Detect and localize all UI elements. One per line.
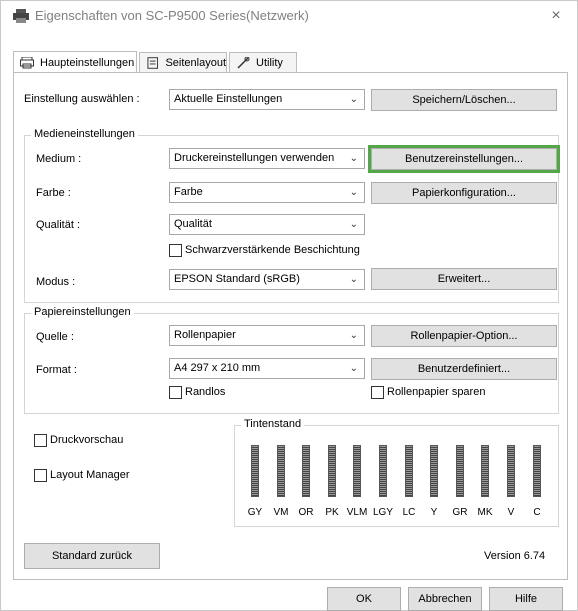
tab-label: Haupteinstellungen xyxy=(40,56,135,69)
quality-dropdown[interactable]: Qualität ⌄ xyxy=(169,214,365,235)
paper-group-title: Papiereinstellungen xyxy=(31,306,134,318)
format-dropdown[interactable]: A4 297 x 210 mm ⌄ xyxy=(169,358,365,379)
chevron-down-icon: ⌄ xyxy=(349,274,358,285)
cancel-button[interactable]: Abbrechen xyxy=(408,587,482,611)
printer-icon xyxy=(13,9,29,23)
chevron-down-icon: ⌄ xyxy=(349,219,358,230)
ink-bar xyxy=(456,445,464,497)
tab-label: Seitenlayout xyxy=(165,57,226,69)
quality-value: Qualität xyxy=(174,218,212,230)
title-bar: Eigenschaften von SC-P9500 Series(Netzwe… xyxy=(1,1,577,31)
ink-label: LC xyxy=(402,507,416,518)
ink-bar xyxy=(533,445,541,497)
quality-label: Qualität : xyxy=(36,219,81,231)
ink-group-title: Tintenstand xyxy=(241,418,305,430)
chevron-down-icon: ⌄ xyxy=(349,187,358,198)
medium-label: Medium : xyxy=(36,153,82,165)
source-value: Rollenpapier xyxy=(174,329,236,341)
source-label: Quelle : xyxy=(36,331,74,343)
ink-bar xyxy=(302,445,310,497)
ink-label: GR xyxy=(452,507,468,518)
ink-label: LGY xyxy=(372,507,393,518)
settings-select-dropdown[interactable]: Aktuelle Einstellungen ⌄ xyxy=(169,89,365,110)
ink-bar xyxy=(507,445,515,497)
ink-label: V xyxy=(507,507,515,518)
tab-label: Utility xyxy=(256,57,283,69)
black-enhance-checkbox[interactable] xyxy=(169,244,182,257)
settings-select-label: Einstellung auswählen : xyxy=(24,93,140,105)
borderless-checkbox[interactable] xyxy=(169,386,182,399)
chevron-down-icon: ⌄ xyxy=(349,94,358,105)
ink-label: OR xyxy=(298,507,314,518)
ink-bar xyxy=(481,445,489,497)
window-title: Eigenschaften von SC-P9500 Series(Netzwe… xyxy=(35,8,309,23)
layout-manager-checkbox[interactable] xyxy=(34,469,47,482)
tab-haupteinstellungen[interactable]: Haupteinstellungen xyxy=(13,51,137,73)
close-button[interactable]: × xyxy=(545,5,567,27)
ink-bar xyxy=(251,445,259,497)
format-label: Format : xyxy=(36,364,77,376)
color-dropdown[interactable]: Farbe ⌄ xyxy=(169,182,365,203)
ink-bar xyxy=(405,445,413,497)
reset-defaults-button[interactable]: Standard zurück xyxy=(24,543,160,569)
mode-label: Modus : xyxy=(36,276,76,288)
ink-bar xyxy=(353,445,361,497)
roll-saver-label: Rollenpapier sparen xyxy=(387,386,486,398)
ink-bar xyxy=(379,445,387,497)
medium-value: Druckereinstellungen verwenden xyxy=(174,152,335,164)
layout-manager-label: Layout Manager xyxy=(50,469,130,481)
paper-config-button[interactable]: Papierkonfiguration... xyxy=(371,182,557,204)
ink-bar xyxy=(328,445,336,497)
version-text: Version 6.74 xyxy=(484,550,546,562)
help-button[interactable]: Hilfe xyxy=(489,587,563,611)
ink-label: PK xyxy=(325,507,339,518)
color-label: Farbe : xyxy=(36,187,71,199)
printer-properties-window: Eigenschaften von SC-P9500 Series(Netzwe… xyxy=(0,0,578,611)
ink-label: GY xyxy=(247,507,263,518)
ok-button[interactable]: OK xyxy=(327,587,401,611)
ink-label: VM xyxy=(273,507,289,518)
ink-label: C xyxy=(533,507,541,518)
media-group-title: Medieneinstellungen xyxy=(31,128,138,140)
format-value: A4 297 x 210 mm xyxy=(174,362,261,374)
utility-icon xyxy=(237,57,250,69)
ink-label: VLM xyxy=(346,507,368,518)
chevron-down-icon: ⌄ xyxy=(349,363,358,374)
ink-label: MK xyxy=(477,507,493,518)
borderless-label: Randlos xyxy=(185,386,226,398)
tab-utility[interactable]: Utility xyxy=(229,52,297,73)
mode-dropdown[interactable]: EPSON Standard (sRGB) ⌄ xyxy=(169,269,365,290)
chevron-down-icon: ⌄ xyxy=(349,153,358,164)
mode-value: EPSON Standard (sRGB) xyxy=(174,273,300,285)
settings-select-value: Aktuelle Einstellungen xyxy=(174,93,283,105)
ink-label: Y xyxy=(430,507,438,518)
page-layout-icon xyxy=(147,57,159,69)
source-dropdown[interactable]: Rollenpapier ⌄ xyxy=(169,325,365,346)
black-enhance-label: Schwarzverstärkende Beschichtung xyxy=(185,244,360,256)
print-preview-checkbox[interactable] xyxy=(34,434,47,447)
main-panel: Einstellung auswählen : Aktuelle Einstel… xyxy=(13,72,568,580)
roll-saver-checkbox[interactable] xyxy=(371,386,384,399)
custom-settings-button[interactable]: Benutzereinstellungen... xyxy=(368,145,560,173)
tab-seitenlayout[interactable]: Seitenlayout xyxy=(139,52,227,73)
ink-bar xyxy=(277,445,285,497)
printer-icon xyxy=(20,56,34,68)
chevron-down-icon: ⌄ xyxy=(349,330,358,341)
roll-paper-option-button[interactable]: Rollenpapier-Option... xyxy=(371,325,557,347)
print-preview-label: Druckvorschau xyxy=(50,434,124,446)
medium-dropdown[interactable]: Druckereinstellungen verwenden ⌄ xyxy=(169,148,365,169)
color-value: Farbe xyxy=(174,186,203,198)
save-delete-button[interactable]: Speichern/Löschen... xyxy=(371,89,557,111)
ink-bar xyxy=(430,445,438,497)
user-defined-button[interactable]: Benutzerdefiniert... xyxy=(371,358,557,380)
advanced-button[interactable]: Erweitert... xyxy=(371,268,557,290)
